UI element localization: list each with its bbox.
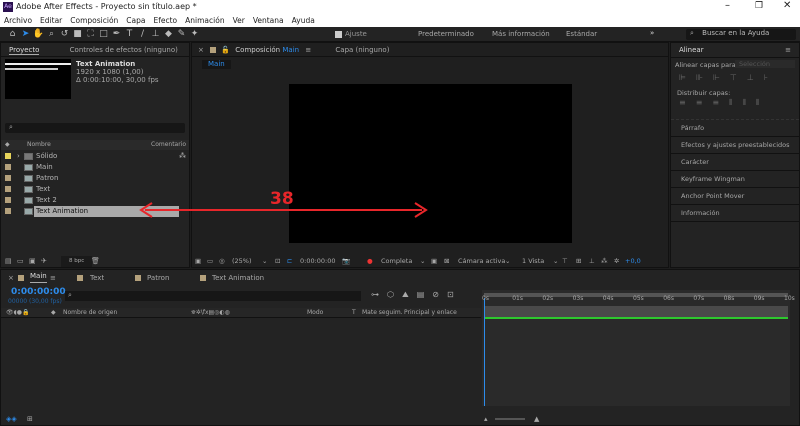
align-panel: Alinear ≡ Alinear capas para: Selección …: [670, 42, 800, 268]
ruler-tick: 06s: [663, 295, 674, 302]
align-buttons[interactable]: ⊫⊪⊩⊤⊥⊦: [679, 73, 778, 82]
ruler-tick: 04s: [602, 295, 614, 302]
section-keyframe-wingman[interactable]: Keyframe Wingman: [671, 171, 799, 188]
zoom-out-icon[interactable]: ▴: [484, 413, 488, 426]
section-informacion[interactable]: Información: [671, 205, 799, 222]
ruler-tick: 03s: [572, 295, 584, 302]
col-mate[interactable]: Mate seguim.: [362, 308, 403, 318]
ruler-tick: 0s: [482, 295, 489, 302]
col-principal[interactable]: Principal y enlace: [404, 308, 457, 318]
section-anchor-point-mover[interactable]: Anchor Point Mover: [671, 188, 799, 205]
annotation-label: 38: [270, 189, 294, 209]
timeline-switches[interactable]: ⊶⬡⛰▤⊘⊡: [371, 290, 462, 300]
layer-columns: 👁◖●🔒 ◆ Nombre de origen ⛯✲\fx▤◎◐◍ Modo T…: [1, 308, 481, 318]
av-features-icons: 👁◖●🔒: [6, 309, 30, 316]
panel-menu-icon[interactable]: ≡: [785, 46, 791, 54]
search-icon: ⌕: [68, 291, 72, 299]
col-t[interactable]: T: [352, 308, 356, 318]
section-parrafo[interactable]: Párrafo: [671, 120, 799, 137]
ruler-tick: 05s: [633, 295, 644, 302]
render-time-icon[interactable]: ◈◈: [6, 413, 17, 426]
timeline-tab-text[interactable]: Text: [90, 270, 104, 286]
ruler-tick: 08s: [723, 295, 735, 302]
section-efectos[interactable]: Efectos y ajustes preestablecidos: [671, 137, 799, 154]
frame-blend-icon[interactable]: ⊞: [27, 413, 33, 426]
ruler-tick: 10s: [784, 295, 795, 302]
distribute-label: Distribuir capas:: [677, 89, 731, 97]
time-graph[interactable]: [482, 290, 790, 406]
align-to-select[interactable]: Selección: [735, 60, 795, 68]
ruler-tick: 01s: [512, 295, 523, 302]
section-caracter[interactable]: Carácter: [671, 154, 799, 171]
ruler-tick: 02s: [542, 295, 554, 302]
layer-switches-icons: ⛯✲\fx▤◎◐◍: [191, 309, 230, 316]
timeline-frames: 00000 (30,00 fps): [8, 298, 62, 305]
timeline-search-input[interactable]: ⌕: [65, 291, 361, 301]
ruler-tick: 09s: [753, 295, 765, 302]
zoom-slider[interactable]: [495, 418, 525, 420]
timeline-tabs: × Main ≡ Text Patron Text Animation: [1, 270, 800, 286]
distribute-buttons[interactable]: ≡≡≡⫴⫴⫴: [679, 98, 769, 108]
timeline-timecode[interactable]: 0:00:00:00: [11, 287, 66, 297]
panel-menu-icon[interactable]: ≡: [50, 270, 56, 286]
timeline-panel: × Main ≡ Text Patron Text Animation 0:00…: [0, 269, 800, 426]
align-title: Alinear: [671, 43, 799, 58]
timeline-tab-main[interactable]: Main: [30, 270, 47, 283]
col-nombre-origen[interactable]: Nombre de origen: [63, 308, 117, 318]
align-to-label: Alinear capas para:: [675, 61, 738, 69]
timeline-footer: ◈◈ ⊞ ▴ ▲: [1, 413, 800, 426]
work-area-indicator: [484, 317, 788, 319]
timeline-tab-text-animation[interactable]: Text Animation: [212, 270, 264, 286]
timeline-tab-patron[interactable]: Patron: [147, 270, 169, 286]
current-time-indicator[interactable]: [484, 298, 485, 406]
zoom-in-icon[interactable]: ▲: [534, 413, 539, 426]
label-tag-icon: ◆: [51, 309, 56, 316]
ruler-tick: 07s: [693, 295, 705, 302]
close-tab-icon[interactable]: ×: [8, 270, 14, 286]
col-modo[interactable]: Modo: [307, 308, 323, 318]
